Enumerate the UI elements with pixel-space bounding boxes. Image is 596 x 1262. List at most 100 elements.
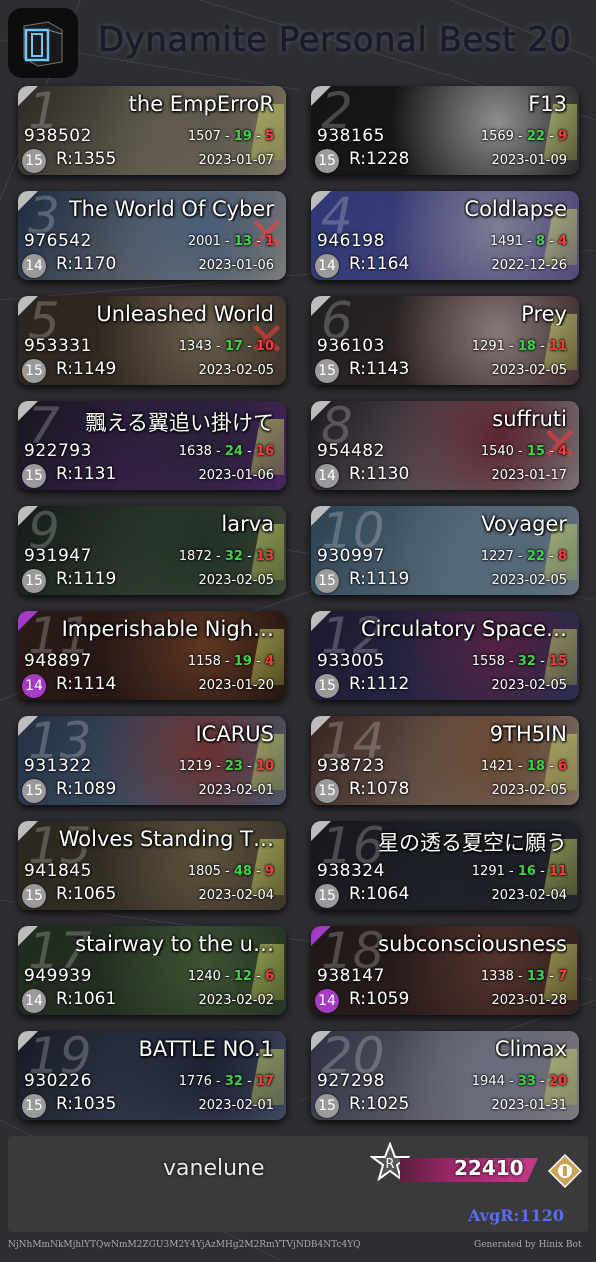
score: 938165	[317, 126, 385, 146]
difficulty-corner	[18, 401, 38, 421]
level-badge: 15	[315, 884, 339, 908]
play-date: 2023-01-06	[198, 468, 274, 483]
song-rating: R:1025	[349, 1094, 410, 1114]
song-title: Unleashed World	[96, 302, 274, 326]
score: 938502	[24, 126, 92, 146]
song-title: Voyager	[481, 512, 567, 536]
score-card: 10 Voyager 930997 1227 - 22 - 8 15 R:1119 2023…	[311, 506, 579, 595]
judgement-counts: 1291 - 16 - 11	[471, 864, 567, 879]
difficulty-corner	[311, 296, 331, 316]
play-date: 2023-01-20	[198, 678, 274, 693]
perfect-count: 1421	[480, 759, 514, 774]
song-title: 9TH5IN	[489, 722, 567, 746]
level-badge: 15	[22, 359, 46, 383]
song-rating: R:1064	[349, 884, 410, 904]
song-title: Circulatory Space…	[360, 617, 567, 641]
score: 954482	[317, 441, 385, 461]
song-rating: R:1143	[349, 359, 410, 379]
score-card: 9 larva 931947 1872 - 32 - 13 15 R:1119 2023-0…	[18, 506, 286, 595]
miss-count: 4	[264, 654, 274, 669]
great-count: 24	[224, 444, 243, 459]
level-badge: 14	[315, 254, 339, 278]
level-badge: 15	[22, 569, 46, 593]
perfect-count: 1944	[471, 1074, 505, 1089]
song-title: Imperishable Nigh…	[61, 617, 274, 641]
great-count: 32	[224, 549, 243, 564]
perfect-count: 1338	[480, 969, 514, 984]
level-badge: 14	[315, 464, 339, 488]
miss-count: 11	[548, 339, 567, 354]
great-count: 32	[224, 1074, 243, 1089]
difficulty-corner	[311, 401, 331, 421]
header: Dynamite Personal Best 20	[0, 0, 596, 86]
level-badge: 15	[22, 884, 46, 908]
score: 953331	[24, 336, 92, 356]
song-rating: R:1130	[349, 464, 410, 484]
song-rating: R:1131	[56, 464, 117, 484]
perfect-count: 1540	[480, 444, 514, 459]
score-card: 19 BATTLE NO.1 930226 1776 - 32 - 17 15 R:103…	[18, 1031, 286, 1120]
song-title: Coldlapse	[464, 197, 567, 221]
song-rating: R:1078	[349, 779, 410, 799]
judgement-counts: 1805 - 48 - 9	[187, 864, 274, 879]
difficulty-corner	[311, 821, 331, 841]
miss-count: 4	[557, 444, 567, 459]
perfect-count: 1158	[187, 654, 221, 669]
play-date: 2023-02-04	[491, 888, 567, 903]
level-badge: 15	[22, 149, 46, 173]
great-count: 23	[224, 759, 243, 774]
score-card: 20 Climax 927298 1944 - 33 - 20 15 R:1025 2023…	[311, 1031, 579, 1120]
song-rating: R:1065	[56, 884, 117, 904]
perfect-count: 2001	[187, 234, 221, 249]
score-card: 17 stairway to the u… 949939 1240 - 12 - 61…	[18, 926, 286, 1015]
score: 931322	[24, 756, 92, 776]
play-date: 2022-12-26	[491, 258, 567, 273]
level-badge: 15	[315, 779, 339, 803]
play-date: 2023-02-01	[198, 1098, 274, 1113]
score-card: 12 Circulatory Space… 933005 1558 - 32 - 15…	[311, 611, 579, 700]
play-date: 2023-01-09	[491, 153, 567, 168]
player-name: vanelune	[163, 1156, 265, 1181]
total-rating: 22410	[454, 1156, 524, 1180]
difficulty-corner	[18, 506, 38, 526]
level-badge: 15	[22, 1094, 46, 1118]
great-count: 13	[526, 969, 545, 984]
judgement-counts: 1291 - 18 - 11	[471, 339, 567, 354]
perfect-count: 1219	[178, 759, 212, 774]
judgement-counts: 1872 - 32 - 13	[178, 549, 274, 564]
song-title: suffruti	[492, 407, 567, 431]
miss-count: 8	[557, 549, 567, 564]
song-rating: R:1119	[349, 569, 410, 589]
perfect-count: 1638	[178, 444, 212, 459]
difficulty-corner	[18, 821, 38, 841]
song-title: 飄える翼追い掛けて	[85, 411, 274, 435]
play-date: 2023-02-02	[198, 993, 274, 1008]
difficulty-corner	[18, 86, 38, 106]
judgement-counts: 1569 - 22 - 9	[480, 129, 567, 144]
difficulty-corner	[311, 506, 331, 526]
play-date: 2023-02-04	[198, 888, 274, 903]
miss-count: 11	[548, 864, 567, 879]
level-badge: 14	[22, 254, 46, 278]
play-date: 2023-01-06	[198, 258, 274, 273]
difficulty-corner	[311, 716, 331, 736]
score-card: 8 ✕ suffruti 954482 1540 - 15 - 4 14 R:1130 202…	[311, 401, 579, 490]
play-date: 2023-02-05	[491, 678, 567, 693]
song-rating: R:1228	[349, 149, 410, 169]
perfect-count: 1291	[471, 339, 505, 354]
score: 930226	[24, 1071, 92, 1091]
play-date: 2023-01-31	[491, 1098, 567, 1113]
score-card: 16 星の透る夏空に願う 938324 1291 - 16 - 11 15 R:1064 2…	[311, 821, 579, 910]
song-rating: R:1149	[56, 359, 117, 379]
score: 930997	[317, 546, 385, 566]
score: 933005	[317, 651, 385, 671]
perfect-count: 1240	[187, 969, 221, 984]
svg-text:R: R	[385, 1157, 394, 1172]
miss-count: 10	[255, 339, 274, 354]
judgement-counts: 1638 - 24 - 16	[178, 444, 274, 459]
level-badge: 15	[315, 674, 339, 698]
judgement-counts: 1540 - 15 - 4	[480, 444, 567, 459]
judgement-counts: 1219 - 23 - 10	[178, 759, 274, 774]
judgement-counts: 2001 - 13 - 1	[187, 234, 274, 249]
great-count: 19	[233, 129, 252, 144]
